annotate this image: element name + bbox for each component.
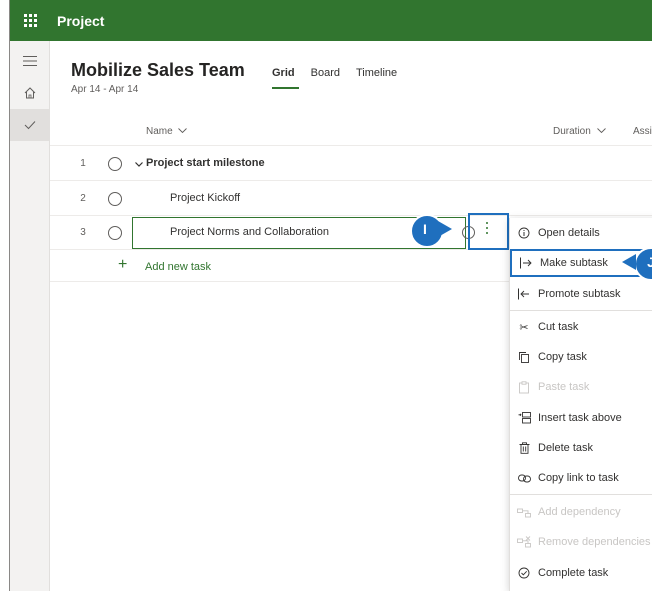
home-icon[interactable]	[10, 77, 50, 109]
add-new-task-label: Add new task	[145, 261, 212, 273]
menu-item-cut-task[interactable]: ✂ Cut task	[510, 313, 652, 341]
menu-item-open-details[interactable]: Open details	[510, 219, 652, 247]
menu-item-insert-task-above[interactable]: Insert task above	[510, 404, 652, 432]
left-rail	[10, 41, 50, 591]
check-circle-icon	[510, 567, 538, 579]
plus-icon: +	[118, 256, 128, 273]
menu-item-paste-task[interactable]: Paste task	[510, 373, 652, 401]
remove-dependency-icon	[510, 536, 538, 548]
view-tabs: Grid Board Timeline	[272, 67, 397, 89]
task-row[interactable]: 1 Project start milestone	[50, 147, 652, 181]
top-bar: Project	[10, 0, 652, 41]
tab-timeline[interactable]: Timeline	[356, 67, 397, 89]
paste-icon	[510, 380, 538, 394]
menu-item-complete-task[interactable]: Complete task	[510, 559, 652, 587]
link-icon	[510, 474, 538, 483]
scissors-icon: ✂	[519, 321, 529, 334]
plan-dates: Apr 14 - Apr 14	[71, 84, 139, 95]
tab-board[interactable]: Board	[311, 67, 340, 89]
chevron-down-icon[interactable]	[135, 162, 143, 167]
complete-checkbox[interactable]	[108, 192, 122, 206]
more-options-icon[interactable]	[486, 222, 488, 234]
hamburger-menu-icon[interactable]	[10, 45, 50, 77]
dependency-icon	[510, 506, 538, 518]
insert-above-icon	[510, 412, 538, 424]
menu-separator	[510, 310, 652, 311]
complete-checkbox[interactable]	[108, 226, 122, 240]
chevron-down-icon	[178, 128, 188, 134]
column-header-name[interactable]: Name	[146, 126, 188, 137]
menu-item-promote-subtask[interactable]: Promote subtask	[510, 280, 652, 308]
trash-icon	[510, 442, 538, 454]
task-name[interactable]: Project Norms and Collaboration	[170, 226, 329, 238]
task-row[interactable]: 2 Project Kickoff	[50, 182, 652, 216]
row-number: 2	[80, 193, 86, 204]
menu-item-delete-task[interactable]: Delete task	[510, 434, 652, 462]
row-number: 1	[80, 158, 86, 169]
menu-item-add-dependency[interactable]: Add dependency	[510, 498, 652, 526]
callout-i: I	[410, 214, 454, 248]
callout-j: J	[622, 247, 652, 281]
menu-item-copy-task[interactable]: Copy task	[510, 343, 652, 371]
menu-item-remove-dependencies[interactable]: Remove dependencies	[510, 528, 652, 556]
task-name[interactable]: Project start milestone	[146, 157, 265, 169]
copy-icon	[510, 351, 538, 363]
app-title: Project	[57, 12, 105, 29]
checkmark-icon[interactable]	[10, 109, 50, 141]
column-header-duration[interactable]: Duration	[553, 126, 606, 137]
outdent-icon	[510, 288, 538, 300]
info-icon	[510, 227, 538, 239]
menu-separator	[510, 494, 652, 495]
indent-icon	[512, 257, 540, 269]
complete-checkbox[interactable]	[108, 157, 122, 171]
task-name[interactable]: Project Kickoff	[170, 192, 240, 204]
row-number: 3	[80, 227, 86, 238]
app-frame: Project Mobilize Sales Team Apr 14 - Apr…	[9, 0, 652, 591]
plan-title: Mobilize Sales Team	[71, 60, 245, 80]
app-launcher-icon[interactable]	[10, 0, 51, 41]
tab-grid[interactable]: Grid	[272, 67, 299, 89]
chevron-down-icon	[596, 128, 606, 134]
column-header-assigned[interactable]: Assi	[633, 126, 652, 137]
menu-item-copy-link-to-task[interactable]: Copy link to task	[510, 464, 652, 492]
more-options-highlight	[468, 213, 509, 250]
grid-header: Name Duration Assi	[50, 118, 652, 146]
